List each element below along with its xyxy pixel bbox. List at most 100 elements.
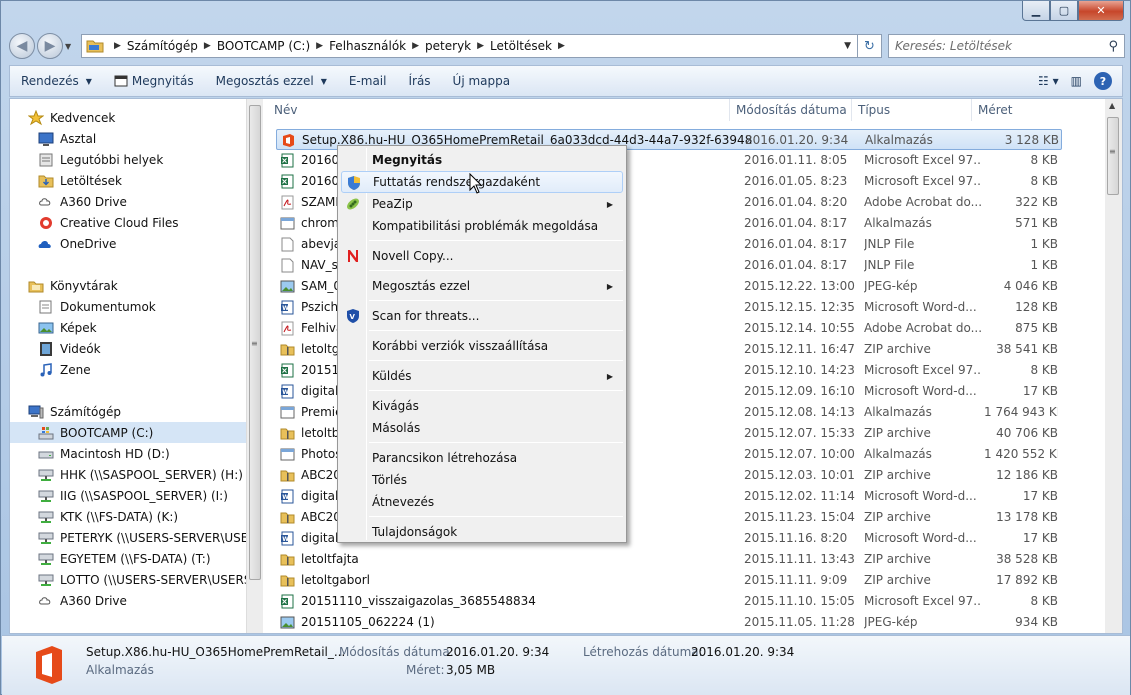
context-menu-item[interactable]: PeaZip ▶ [341, 193, 623, 215]
sidebar-item-drive[interactable]: A360 Drive [10, 590, 127, 611]
netdrive-icon [38, 467, 54, 483]
recent-icon [38, 152, 54, 168]
cloudA-icon [38, 593, 54, 609]
file-size: 17 KB [1022, 531, 1058, 545]
table-row[interactable]: 20151105_062224 (1) 2015.11.05. 11:28 JPEG… [276, 612, 1062, 633]
new-folder-button[interactable]: Új mappa [442, 66, 522, 96]
file-type: Alkalmazás [865, 133, 933, 147]
organize-button[interactable]: Rendezés ▼ [10, 66, 103, 96]
help-icon[interactable]: ? [1094, 72, 1112, 90]
address-dropdown-icon[interactable]: ▼ [844, 41, 851, 51]
scroll-up-icon[interactable]: ▲ [1109, 101, 1115, 110]
file-date: 2015.11.05. 11:28 [744, 615, 855, 629]
sidebar-item-label: LOTTO (\\USERS-SERVER\USERS\H [60, 572, 246, 587]
details-pane: Setup.X86.hu-HU_O365HomePremRetail_... A… [2, 635, 1130, 695]
sidebar-header-libraries[interactable]: Könyvtárak [10, 275, 118, 296]
refresh-button[interactable]: ↻ [858, 34, 882, 58]
sidebar-item-label: Legutóbbi helyek [60, 152, 164, 167]
context-menu-item[interactable]: Kivágás [341, 395, 623, 417]
context-menu-item[interactable]: V Scan for threats... [341, 305, 623, 327]
file-type: ZIP archive [864, 573, 931, 587]
open-button[interactable]: Megnyitás [103, 66, 205, 96]
sidebar-header-favorites[interactable]: Kedvencek [10, 107, 115, 128]
sidebar-item-favorite[interactable]: A360 Drive [10, 191, 127, 212]
back-button[interactable]: ◀ [9, 33, 35, 59]
sidebar-item-favorite[interactable]: Creative Cloud Files [10, 212, 179, 233]
file-type: Alkalmazás [864, 405, 932, 419]
sidebar-item-favorite[interactable]: Asztal [10, 128, 96, 149]
table-row[interactable]: letoltgaborl 2015.11.11. 9:09 ZIP archive 1… [276, 570, 1062, 591]
breadcrumb-computer[interactable]: Számítógép [127, 39, 198, 53]
sidebar-header-computer[interactable]: Számítógép [10, 401, 121, 422]
column-header-date[interactable]: Módosítás dátuma [730, 99, 852, 121]
sidebar-item-drive[interactable]: KTK (\\FS-DATA) (K:) [10, 506, 178, 527]
sidebar-item-drive[interactable]: EGYETEM (\\FS-DATA) (T:) [10, 548, 211, 569]
search-icon[interactable]: ⚲ [1108, 39, 1118, 54]
file-type: ZIP archive [864, 552, 931, 566]
breadcrumb-user[interactable]: peteryk [425, 39, 471, 53]
context-menu-item[interactable]: Tulajdonságok [341, 521, 623, 543]
file-date: 2015.11.16. 8:20 [744, 531, 848, 545]
context-menu-item[interactable]: Törlés [341, 469, 623, 491]
context-menu-item[interactable]: Megnyitás [341, 149, 623, 171]
minimize-button[interactable]: ▁ [1022, 1, 1050, 21]
context-menu-item[interactable]: Küldés ▶ [341, 365, 623, 387]
preview-pane-icon[interactable]: ▥ [1071, 74, 1082, 88]
sidebar-item-drive[interactable]: LOTTO (\\USERS-SERVER\USERS\H [10, 569, 246, 590]
sidebar-item-library[interactable]: Dokumentumok [10, 296, 156, 317]
command-bar: Rendezés ▼ Megnyitás Megosztás ezzel ▼ E-m… [9, 65, 1123, 97]
sidebar-item-library[interactable]: Képek [10, 317, 97, 338]
file-date: 2015.12.11. 16:47 [744, 342, 855, 356]
file-list-scrollbar[interactable]: ▲ ≡ [1105, 99, 1122, 633]
recent-pages-dropdown[interactable]: ▼ [65, 42, 75, 51]
chevron-down-icon: ▼ [320, 76, 327, 86]
context-menu-item[interactable]: Novell Copy... [341, 245, 623, 267]
sidebar-item-favorite[interactable]: Legutóbbi helyek [10, 149, 163, 170]
address-bar[interactable]: ▶ Számítógép ▶ BOOTCAMP (C:) ▶ Felhaszná… [81, 34, 858, 58]
sidebar-item-drive[interactable]: BOOTCAMP (C:) [10, 422, 246, 443]
sidebar-item-favorite[interactable]: OneDrive [10, 233, 116, 254]
sidebar-item-drive[interactable]: Macintosh HD (D:) [10, 443, 170, 464]
email-button[interactable]: E-mail [338, 66, 398, 96]
context-menu-item[interactable]: Korábbi verziók visszaállítása [341, 335, 623, 357]
share-with-button[interactable]: Megosztás ezzel ▼ [205, 66, 338, 96]
svg-text:W: W [282, 389, 289, 396]
table-row[interactable]: letoltfajta 2015.11.11. 13:43 ZIP archive 3… [276, 549, 1062, 570]
table-row[interactable]: 20151110_visszaigazolas_3685548834 2015.1… [276, 591, 1062, 612]
context-menu-item[interactable]: Másolás [341, 417, 623, 439]
menu-item-label: Korábbi verziók visszaállítása [372, 339, 549, 353]
sidebar-item-favorite[interactable]: Letöltések [10, 170, 122, 191]
context-menu-item[interactable]: Kompatibilitási problémák megoldása [341, 215, 623, 237]
file-size: 875 KB [1015, 321, 1058, 335]
forward-button[interactable]: ▶ [37, 33, 63, 59]
view-options-icon[interactable]: ☷ ▾ [1038, 74, 1059, 88]
novell-icon [345, 248, 361, 264]
caption-buttons: ▁ ▢ ✕ [1022, 1, 1124, 21]
computer-icon [28, 404, 44, 420]
burn-button[interactable]: Írás [397, 66, 441, 96]
column-header-size[interactable]: Méret [972, 99, 1082, 121]
file-size: 8 KB [1030, 174, 1058, 188]
close-button[interactable]: ✕ [1078, 1, 1124, 21]
search-box[interactable]: ⚲ [888, 34, 1125, 58]
onedrive-icon [38, 236, 54, 252]
sidebar-item-drive[interactable]: HHK (\\SASPOOL_SERVER) (H:) [10, 464, 243, 485]
context-menu-item[interactable]: Parancsikon létrehozása [341, 447, 623, 469]
sidebar-item-library[interactable]: Zene [10, 359, 91, 380]
sidebar-item-drive[interactable]: IIG (\\SASPOOL_SERVER) (I:) [10, 485, 228, 506]
breadcrumb-downloads[interactable]: Letöltések [490, 39, 552, 53]
context-menu-item[interactable]: Megosztás ezzel ▶ [341, 275, 623, 297]
file-name: 20151105_062224 (1) [301, 615, 435, 629]
column-header-type[interactable]: Típus [852, 99, 972, 121]
maximize-button[interactable]: ▢ [1050, 1, 1078, 21]
sidebar-item-library[interactable]: Videók [10, 338, 101, 359]
word-icon: W [280, 531, 295, 546]
column-header-name[interactable]: Név [268, 99, 730, 121]
breadcrumb-users[interactable]: Felhasználók [329, 39, 406, 53]
context-menu-item[interactable]: Átnevezés [341, 491, 623, 513]
search-input[interactable] [895, 39, 1109, 53]
sidebar-item-drive[interactable]: PETERYK (\\USERS-SERVER\USERS\ [10, 527, 246, 548]
navigation-pane-scrollbar[interactable]: ≡ [246, 99, 263, 633]
file-date: 2015.12.02. 11:14 [744, 489, 855, 503]
breadcrumb-drive[interactable]: BOOTCAMP (C:) [217, 39, 310, 53]
